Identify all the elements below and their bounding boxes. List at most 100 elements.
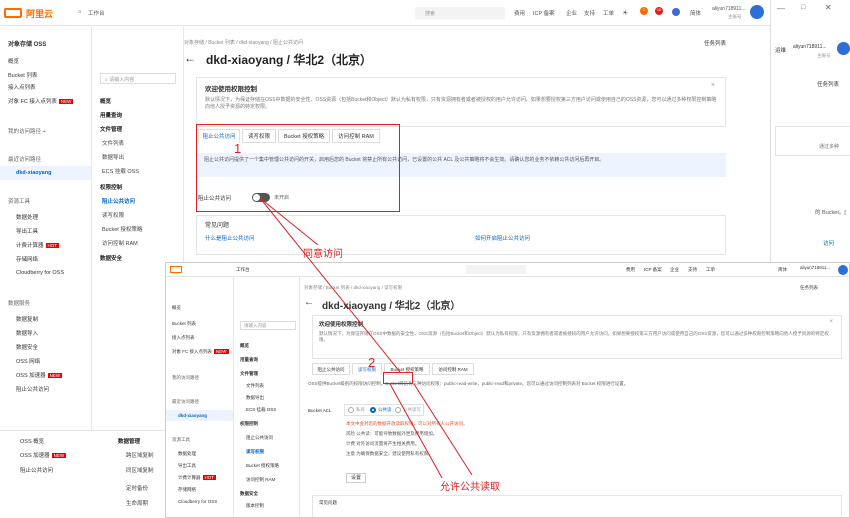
logo-text[interactable]: 阿里云 <box>26 7 53 20</box>
subnav-block-public[interactable]: 阻止公共访问 <box>102 197 135 205</box>
sidebar-item-accelerator[interactable]: OSS 加速器 NEW <box>16 371 63 379</box>
shot2-back-arrow-icon[interactable]: ← <box>304 297 314 308</box>
sidebar-section-recent[interactable]: 最近访问路径 <box>8 155 41 163</box>
close-icon[interactable]: × <box>711 82 715 89</box>
shot2-subnav-rw-acl[interactable]: 读写权限 <box>246 449 264 455</box>
shot2-nav-icp[interactable]: ICP 备案 <box>644 267 662 273</box>
bottom-subnav-data-mgmt[interactable]: 数据管理 <box>118 437 140 445</box>
sidebar-item-block-public[interactable]: 阻止公共访问 <box>16 385 49 393</box>
shot2-workspace[interactable]: 工作台 <box>236 267 250 273</box>
shot2-subnav-permission[interactable]: 权限控制 <box>240 421 258 427</box>
close-window-icon[interactable]: ✕ <box>825 3 832 12</box>
task-list-link[interactable]: 任务列表 <box>704 39 726 47</box>
bottom-item-block-public[interactable]: 阻止公共访问 <box>20 466 53 474</box>
shot2-sidebar-net[interactable]: 存储网络 <box>178 487 196 493</box>
subnav-permission[interactable]: 权限控制 <box>100 183 122 191</box>
sidebar-item-data-process[interactable]: 数据处理 <box>16 213 38 221</box>
shot2-subnav-ram[interactable]: 访问控制 RAM <box>246 477 275 483</box>
shot2-task-list[interactable]: 任务列表 <box>800 285 818 291</box>
notification-badge[interactable]: 1 <box>640 7 648 15</box>
subnav-ram[interactable]: 访问控制 RAM <box>102 239 138 247</box>
shot2-nav-support[interactable]: 支持 <box>688 267 697 273</box>
faq-link-1[interactable]: 什么是阻止公共访问 <box>205 234 255 242</box>
nav-cost[interactable]: 费用 <box>514 9 525 17</box>
shot2-tab-block-public[interactable]: 阻止公共访问 <box>312 363 350 375</box>
shot2-sidebar-overview[interactable]: 概览 <box>172 305 181 311</box>
shot2-subnav-search[interactable]: 请输入内容 <box>240 321 296 330</box>
breadcrumb-bucket[interactable]: dkd-xiaoyang <box>239 40 269 46</box>
right-avatar[interactable] <box>837 42 850 55</box>
lang-switch[interactable]: 简体 <box>690 9 701 17</box>
sidebar-item-bucket-list[interactable]: Bucket 列表 <box>8 71 37 79</box>
shot2-sidebar-recent-bucket[interactable]: dkd-xiaoyang <box>166 410 233 421</box>
sidebar-item-storage-net[interactable]: 存储网络 <box>16 255 38 263</box>
bottom-subnav-same-rep[interactable]: 同区域复制 <box>126 466 154 474</box>
home-icon[interactable]: ⌂ <box>78 9 81 15</box>
shot2-sidebar-cloudberry[interactable]: Cloudberry for OSS <box>178 499 217 504</box>
maximize-icon[interactable]: □ <box>801 4 805 11</box>
shot2-close-icon[interactable]: × <box>829 319 833 325</box>
subnav-data-security[interactable]: 数据安全 <box>100 254 122 262</box>
subnav-file-list[interactable]: 文件列表 <box>102 139 124 147</box>
shot2-logo-icon[interactable] <box>170 266 182 273</box>
right-task-list[interactable]: 任务列表 <box>817 80 839 88</box>
bottom-subnav-lifecycle[interactable]: 生命周期 <box>126 499 148 507</box>
shot2-sidebar-export[interactable]: 导出工具 <box>178 463 196 469</box>
subnav-file-mgmt[interactable]: 文件管理 <box>100 125 122 133</box>
shot2-tab-ram[interactable]: 访问控制 RAM <box>432 363 474 375</box>
sidebar-item-security[interactable]: 数据安全 <box>16 343 38 351</box>
nav-ticket[interactable]: 工单 <box>603 9 614 17</box>
bottom-item-oss-overview[interactable]: OSS 概览 <box>20 437 44 445</box>
shot2-avatar[interactable] <box>838 265 848 275</box>
search-input[interactable]: 搜索 <box>415 7 505 19</box>
faq-link-2[interactable]: 如何开启阻止公共访问 <box>475 234 530 242</box>
sidebar-section-data[interactable]: 数据服务 <box>8 299 30 307</box>
sidebar-item-recent-bucket[interactable]: dkd-xiaoyang <box>0 166 91 180</box>
sidebar-item-export[interactable]: 导出工具 <box>16 227 38 235</box>
shot2-subnav-policy[interactable]: Bucket 授权策略 <box>246 463 279 469</box>
shot2-sidebar-process[interactable]: 数据处理 <box>178 451 196 457</box>
avatar[interactable] <box>750 5 764 19</box>
shot2-subnav-usage[interactable]: 用量查询 <box>240 357 258 363</box>
aliyun-logo-icon[interactable] <box>4 8 22 18</box>
sun-icon[interactable]: ☀ <box>622 9 628 17</box>
nav-support[interactable]: 支持 <box>584 9 595 17</box>
shot2-nav-cost[interactable]: 费用 <box>626 267 635 273</box>
sidebar-item-access-points[interactable]: 接入点列表 <box>8 83 36 91</box>
sidebar-item-import[interactable]: 数据导入 <box>16 329 38 337</box>
sidebar-item-fc-access[interactable]: 对象 FC 接入点列表 NEW <box>8 97 74 105</box>
shot2-radio-private[interactable] <box>348 407 354 413</box>
shot2-nav-enterprise[interactable]: 企业 <box>670 267 679 273</box>
sidebar-item-oss-net[interactable]: OSS 网络 <box>16 357 40 365</box>
shot2-sidebar-access-points[interactable]: 接入点列表 <box>172 335 195 341</box>
shot2-radio-public-read[interactable] <box>370 407 376 413</box>
shot2-subnav-block-public[interactable]: 阻止公共访问 <box>246 435 273 441</box>
bottom-subnav-cross-rep[interactable]: 跨区域复制 <box>126 451 154 459</box>
sidebar-item-cloudberry[interactable]: Cloudberry for OSS <box>16 270 64 276</box>
shot2-user[interactable]: aliyun718911... <box>800 265 830 270</box>
user-name[interactable]: aliyun718911... <box>712 6 746 12</box>
subnav-ecs-mount[interactable]: ECS 挂载 OSS <box>102 167 139 175</box>
shot2-sidebar-tools[interactable]: 资源工具 <box>172 437 190 443</box>
subnav-bucket-policy[interactable]: Bucket 授权策略 <box>102 225 142 233</box>
bottom-item-accelerator[interactable]: OSS 加速器 NEW <box>20 451 67 459</box>
subnav-search-input[interactable]: ⌕ 请输入内容 <box>100 73 176 84</box>
sidebar-item-overview[interactable]: 概览 <box>8 57 19 65</box>
subnav-usage[interactable]: 用量查询 <box>100 111 122 119</box>
shot2-sidebar-calc[interactable]: 计费计算器 HOT <box>178 475 216 481</box>
shot2-sidebar-fc[interactable]: 对象 FC 接入点列表 NEW <box>172 349 229 355</box>
shot2-subnav-ecs[interactable]: ECS 挂载 OSS <box>246 407 276 413</box>
shot2-sidebar-my-paths[interactable]: 我的访问路径 <box>172 375 199 381</box>
workspace-link[interactable]: 工作台 <box>88 9 105 17</box>
shot2-sidebar-recent[interactable]: 最近访问路径 <box>172 399 199 405</box>
breadcrumb-oss[interactable]: 对象存储 <box>184 40 204 46</box>
subnav-overview[interactable]: 概览 <box>100 97 111 105</box>
shot2-search-input[interactable] <box>466 265 526 274</box>
shot2-subnav-export[interactable]: 数据导出 <box>246 395 264 401</box>
minimize-icon[interactable]: — <box>777 4 785 13</box>
globe-icon[interactable] <box>672 8 680 16</box>
bottom-subnav-backup[interactable]: 定时备份 <box>126 484 148 492</box>
back-arrow-icon[interactable]: ← <box>184 51 196 65</box>
shot2-subnav-overview[interactable]: 概览 <box>240 343 249 349</box>
sidebar-item-calculator[interactable]: 计费计算器 HOT <box>16 241 60 249</box>
